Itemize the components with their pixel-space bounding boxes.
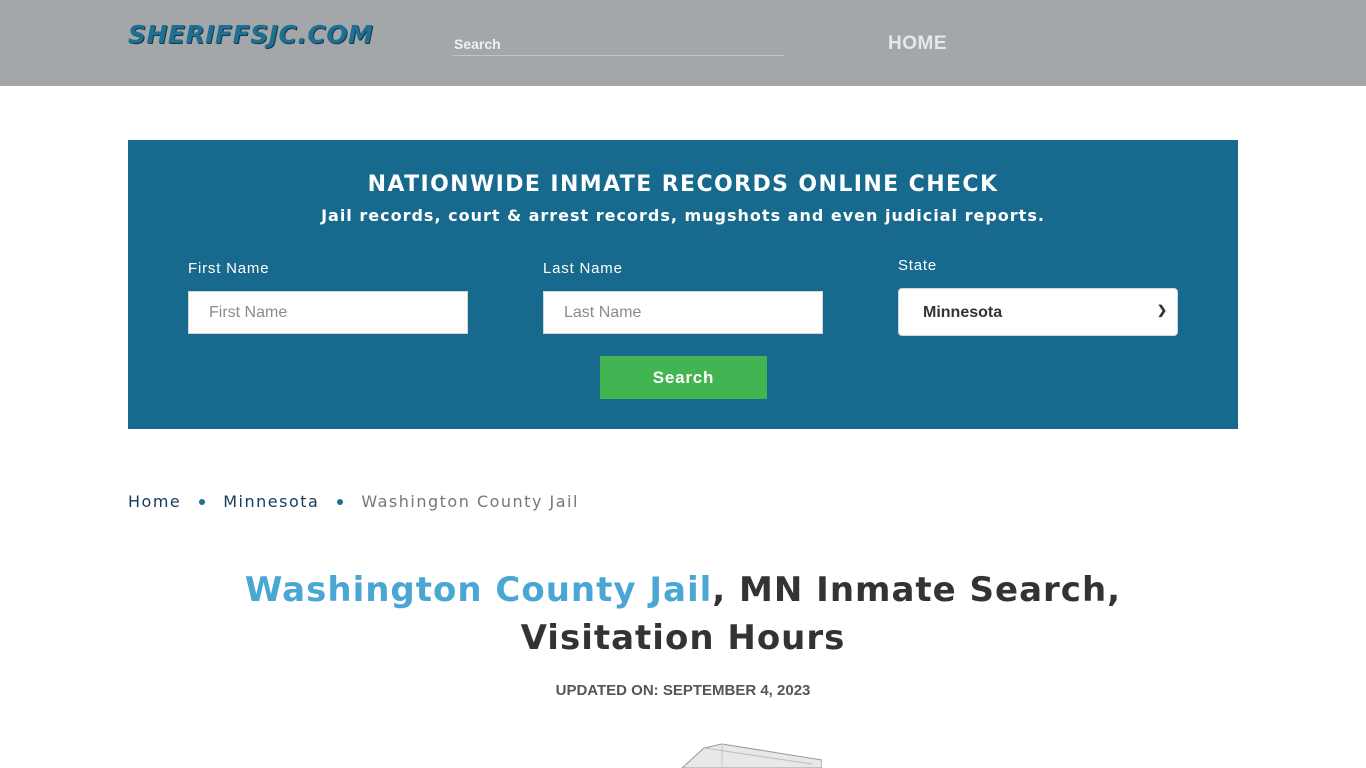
jail-building-image	[682, 743, 822, 768]
state-label: State	[898, 257, 938, 274]
header-search-input[interactable]	[452, 34, 784, 54]
search-button[interactable]: Search	[600, 356, 767, 399]
panel-subtitle: Jail records, court & arrest records, mu…	[321, 206, 1045, 225]
nav-home-link[interactable]: HOME	[888, 33, 947, 55]
first-name-label: First Name	[188, 260, 270, 277]
page-title: Washington County Jail, MN Inmate Search…	[233, 566, 1133, 662]
chevron-down-icon: ❯	[1156, 303, 1167, 317]
page-title-highlight: Washington County Jail	[244, 570, 713, 610]
breadcrumb-home[interactable]: Home	[128, 492, 181, 511]
breadcrumb-state[interactable]: Minnesota	[223, 492, 319, 511]
state-select-value: Minnesota	[923, 304, 1003, 321]
state-select[interactable]: Minnesota ❯	[898, 288, 1178, 336]
header-search	[452, 34, 784, 56]
first-name-input[interactable]	[188, 291, 468, 334]
site-logo[interactable]: SHERIFFSJC.COM	[128, 20, 373, 49]
site-header: SHERIFFSJC.COM HOME	[0, 0, 1366, 86]
breadcrumb-current: Washington County Jail	[361, 492, 579, 511]
breadcrumb-separator	[337, 498, 344, 505]
breadcrumb: Home Minnesota Washington County Jail	[128, 492, 579, 511]
inmate-search-panel: NATIONWIDE INMATE RECORDS ONLINE CHECK J…	[128, 140, 1238, 429]
last-name-input[interactable]	[543, 291, 823, 334]
last-name-label: Last Name	[543, 260, 623, 277]
breadcrumb-separator	[199, 498, 206, 505]
panel-title: NATIONWIDE INMATE RECORDS ONLINE CHECK	[367, 172, 999, 197]
updated-date: UPDATED ON: SEPTEMBER 4, 2023	[555, 682, 811, 699]
